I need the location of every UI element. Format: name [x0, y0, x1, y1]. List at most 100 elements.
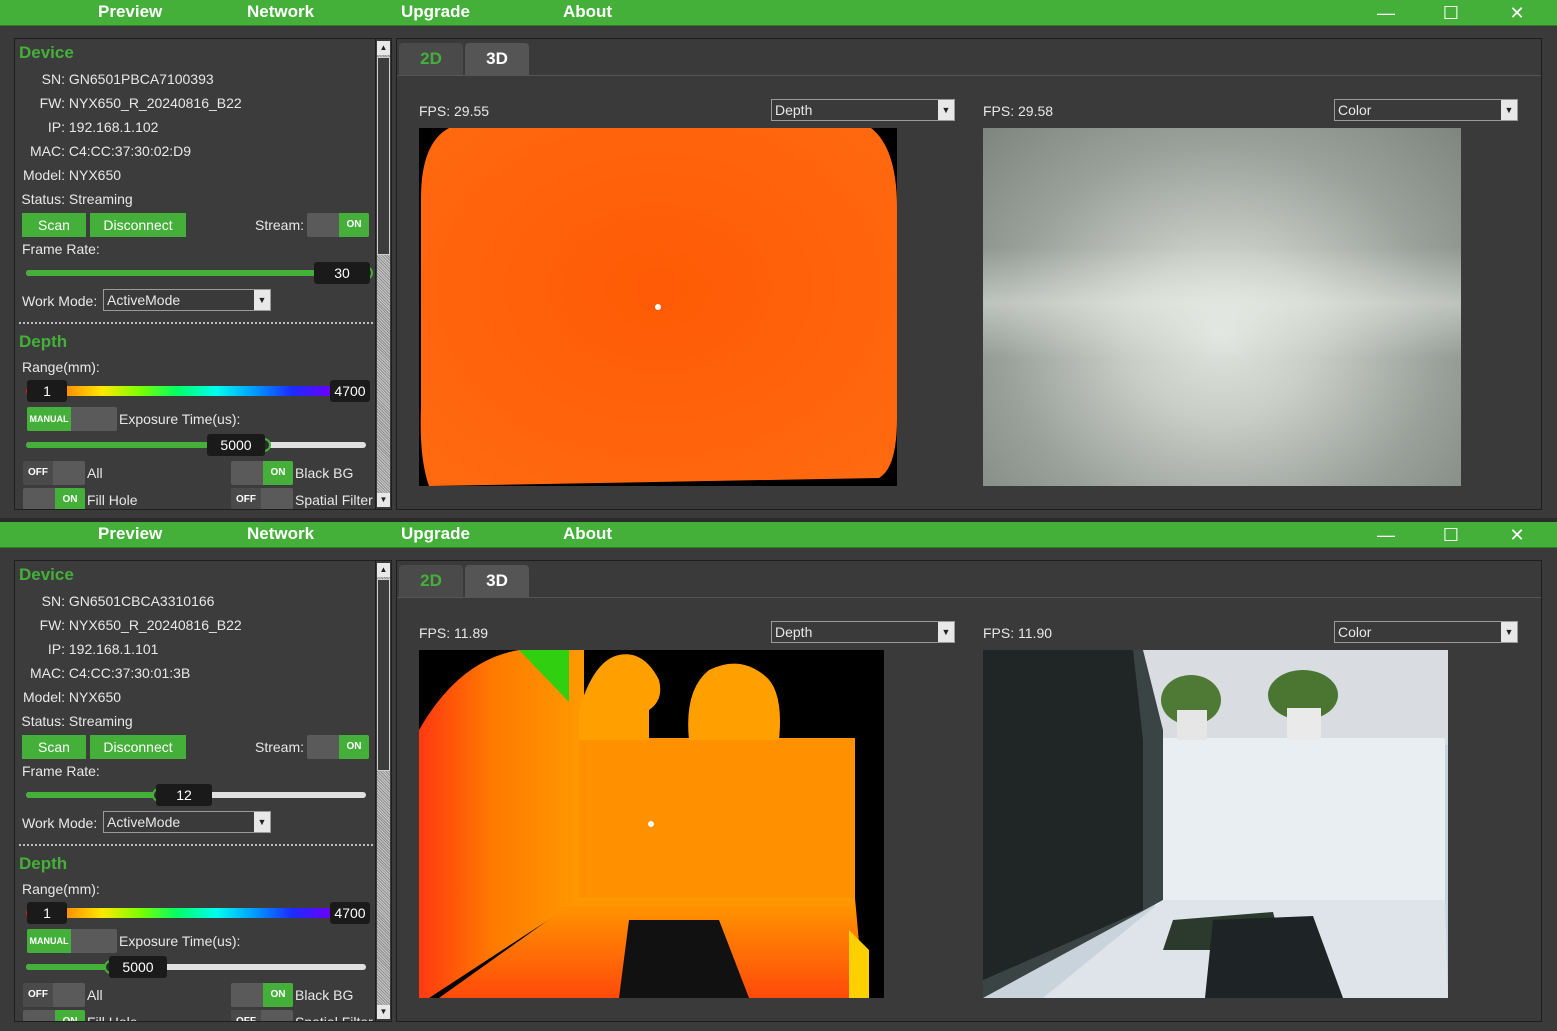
chevron-down-icon: ▼ — [938, 622, 954, 642]
close-icon[interactable]: ✕ — [1497, 0, 1537, 26]
fw-row: FW: NYX650_R_20240816_B22 — [39, 617, 242, 633]
disconnect-button[interactable]: Disconnect — [90, 735, 186, 759]
tab-3d[interactable]: 3D — [465, 43, 529, 75]
mac-value: C4:CC:37:30:01:3B — [68, 665, 191, 681]
right-fps-value: 11.90 — [1018, 625, 1053, 641]
range-max-value[interactable]: 4700 — [330, 380, 370, 402]
exposure-mode-state: MANUAL — [27, 407, 71, 431]
fw-value: NYX650_R_20240816_B22 — [68, 617, 242, 633]
app-window-2: Preview Network Upgrade About — ☐ ✕ Devi… — [0, 522, 1557, 1031]
exposure-slider[interactable] — [26, 960, 366, 974]
range-colormap-slider[interactable] — [26, 386, 368, 396]
stream-toggle[interactable]: ON — [307, 213, 369, 237]
range-min-value[interactable]: 1 — [27, 380, 67, 402]
right-fps-value: 29.58 — [1018, 103, 1054, 119]
exposure-slider[interactable] — [26, 438, 366, 452]
sn-value: GN6501PBCA7100393 — [68, 71, 214, 87]
work-mode-select[interactable]: ActiveMode ▼ — [103, 289, 271, 311]
ip-value: 192.168.1.101 — [68, 641, 159, 657]
range-label: Range(mm): — [22, 359, 100, 375]
right-stream-value: Color — [1338, 102, 1372, 118]
sidebar-scrollbar[interactable]: ▲ ▼ — [375, 39, 391, 509]
frame-rate-value: 30 — [314, 262, 370, 284]
stream-toggle-state: ON — [339, 735, 369, 759]
scroll-down-icon[interactable]: ▼ — [377, 1005, 390, 1019]
tab-2d[interactable]: 2D — [399, 43, 463, 75]
disconnect-button[interactable]: Disconnect — [90, 213, 186, 237]
left-stream-select[interactable]: Depth ▼ — [771, 99, 955, 121]
device-section-title: Device — [19, 565, 74, 584]
spatial-filter-label: Spatial Filter — [295, 492, 373, 508]
menu-about[interactable]: About — [563, 524, 612, 544]
exposure-mode-toggle[interactable]: MANUAL — [27, 929, 117, 953]
all-label: All — [87, 987, 103, 1003]
scroll-up-icon[interactable]: ▲ — [377, 563, 390, 577]
sidebar-scrollbar[interactable]: ▲ ▼ — [375, 561, 391, 1021]
menu-preview[interactable]: Preview — [98, 2, 162, 22]
menu-about[interactable]: About — [563, 2, 612, 22]
black-bg-toggle[interactable]: ON — [231, 461, 293, 485]
left-stream-value: Depth — [775, 624, 813, 640]
tab-2d[interactable]: 2D — [399, 565, 463, 597]
tab-strip — [397, 75, 1541, 76]
sn-row: SN: GN6501CBCA3310166 — [41, 593, 215, 609]
spatial-filter-toggle[interactable]: OFF — [231, 488, 293, 509]
scan-button[interactable]: Scan — [22, 213, 86, 237]
depth-image — [419, 650, 884, 998]
fill-hole-label: Fill Hole — [87, 1014, 138, 1022]
frame-rate-fill — [26, 792, 159, 798]
tab-3d[interactable]: 3D — [465, 565, 529, 597]
scroll-up-icon[interactable]: ▲ — [377, 41, 390, 55]
range-colormap-slider[interactable] — [26, 908, 368, 918]
right-stream-select[interactable]: Color ▼ — [1334, 621, 1518, 643]
menu-network[interactable]: Network — [247, 524, 314, 544]
menu-upgrade[interactable]: Upgrade — [401, 524, 470, 544]
tab-strip — [397, 597, 1541, 598]
maximize-icon[interactable]: ☐ — [1431, 0, 1471, 26]
menu-preview[interactable]: Preview — [98, 524, 162, 544]
left-fps-value: 11.89 — [454, 625, 489, 641]
minimize-icon[interactable]: — — [1366, 0, 1406, 26]
spatial-filter-toggle[interactable]: OFF — [231, 1010, 293, 1021]
work-mode-value: ActiveMode — [107, 814, 181, 830]
depth-map-graphic — [419, 650, 869, 998]
scroll-thumb[interactable] — [377, 579, 390, 771]
fill-hole-toggle[interactable]: ON — [23, 488, 85, 509]
minimize-icon[interactable]: — — [1366, 522, 1406, 548]
scroll-thumb[interactable] — [377, 57, 390, 255]
fw-row: FW: NYX650_R_20240816_B22 — [39, 95, 242, 111]
depth-image — [419, 128, 897, 486]
exposure-value: 5000 — [207, 434, 265, 456]
chevron-down-icon: ▼ — [254, 812, 270, 832]
maximize-icon[interactable]: ☐ — [1431, 522, 1471, 548]
scroll-down-icon[interactable]: ▼ — [377, 493, 390, 507]
settings-sidebar: Device SN: GN6501CBCA3310166 FW: NYX650_… — [14, 560, 392, 1022]
all-toggle[interactable]: OFF — [23, 461, 85, 485]
work-mode-select[interactable]: ActiveMode ▼ — [103, 811, 271, 833]
scan-button[interactable]: Scan — [22, 735, 86, 759]
model-value: NYX650 — [68, 689, 122, 705]
fill-hole-toggle[interactable]: ON — [23, 1010, 85, 1021]
stream-toggle[interactable]: ON — [307, 735, 369, 759]
chevron-down-icon: ▼ — [1501, 622, 1517, 642]
right-stream-value: Color — [1338, 624, 1372, 640]
menu-upgrade[interactable]: Upgrade — [401, 2, 470, 22]
all-toggle[interactable]: OFF — [23, 983, 85, 1007]
ip-value: 192.168.1.102 — [68, 119, 159, 135]
menu-network[interactable]: Network — [247, 2, 314, 22]
exposure-mode-toggle[interactable]: MANUAL — [27, 407, 117, 431]
exposure-fill — [26, 964, 111, 970]
left-stream-value: Depth — [775, 102, 813, 118]
stream-label: Stream: — [255, 217, 305, 233]
left-fps-value: 29.55 — [454, 103, 490, 119]
settings-sidebar: Device SN: GN6501PBCA7100393 FW: NYX650_… — [14, 38, 392, 510]
close-icon[interactable]: ✕ — [1497, 522, 1537, 548]
range-min-value[interactable]: 1 — [27, 902, 67, 924]
stream-viewer: 2D 3D FPS: 29.55 Depth ▼ FPS: 29.58 Color… — [396, 38, 1542, 510]
left-stream-select[interactable]: Depth ▼ — [771, 621, 955, 643]
black-bg-toggle[interactable]: ON — [231, 983, 293, 1007]
range-max-value[interactable]: 4700 — [330, 902, 370, 924]
frame-rate-label: Frame Rate: — [22, 763, 100, 779]
right-stream-select[interactable]: Color ▼ — [1334, 99, 1518, 121]
exposure-label: Exposure Time(us): — [119, 933, 241, 949]
